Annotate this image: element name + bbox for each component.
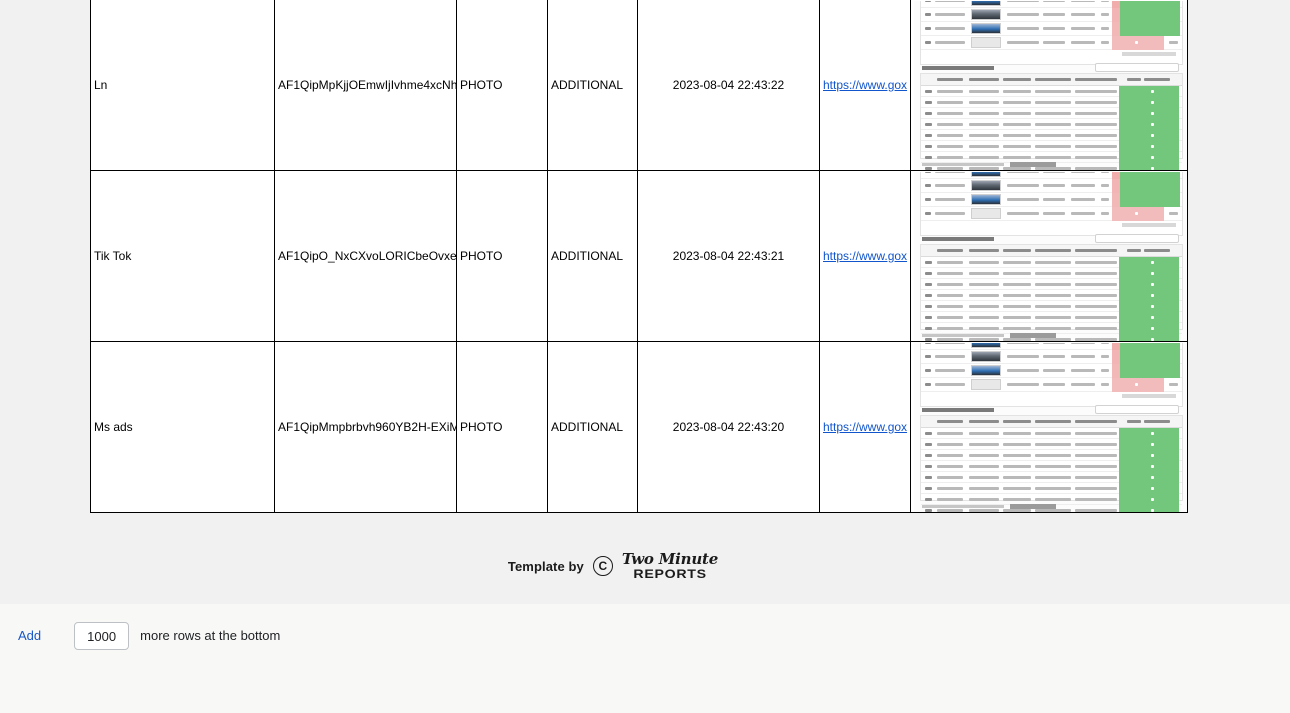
add-rows-bar: Add more rows at the bottom xyxy=(0,604,1290,713)
cell-thumbnail[interactable] xyxy=(910,170,1188,342)
sheet-container: Ln AF1QipMpKjjOEmwIjIvhme4xcNh PHOTO ADD… xyxy=(90,0,1188,513)
report-thumbnail-image xyxy=(914,342,1187,512)
cell-url[interactable]: https://www.gox xyxy=(819,341,911,513)
report-thumbnail-image xyxy=(914,171,1187,341)
logo-line-one: Two Minute xyxy=(621,550,719,568)
table-row[interactable]: Ms ads AF1QipMmpbrbvh960YB2H-EXiM PHOTO … xyxy=(90,341,1188,513)
cell-media-type[interactable]: PHOTO xyxy=(456,341,548,513)
cell-name[interactable]: Ms ads xyxy=(90,341,275,513)
two-minute-reports-logo: Two Minute REPORTS xyxy=(621,550,719,581)
cell-photo-id[interactable]: AF1QipMmpbrbvh960YB2H-EXiM xyxy=(274,341,457,513)
cell-name[interactable]: Ln xyxy=(90,0,275,171)
url-link[interactable]: https://www.gox xyxy=(823,249,907,263)
template-by-label: Template by xyxy=(507,558,584,574)
cell-category[interactable]: ADDITIONAL xyxy=(547,341,638,513)
cell-thumbnail[interactable] xyxy=(910,341,1188,513)
template-credit: Template by C Two Minute REPORTS xyxy=(0,550,1226,581)
cell-timestamp[interactable]: 2023-08-04 22:43:22 xyxy=(637,0,820,171)
spreadsheet-page: Ln AF1QipMpKjjOEmwIjIvhme4xcNh PHOTO ADD… xyxy=(0,0,1290,713)
add-rows-count-input[interactable] xyxy=(74,622,130,650)
cell-thumbnail[interactable] xyxy=(910,0,1188,171)
cell-photo-id[interactable]: AF1QipO_NxCXvoLORICbeOvxerO xyxy=(274,170,457,342)
table-row[interactable]: Ln AF1QipMpKjjOEmwIjIvhme4xcNh PHOTO ADD… xyxy=(90,0,1188,171)
logo-line-two: REPORTS xyxy=(633,567,707,581)
cell-timestamp[interactable]: 2023-08-04 22:43:20 xyxy=(637,341,820,513)
add-rows-link[interactable]: Add xyxy=(18,620,41,652)
table-row[interactable]: Tik Tok AF1QipO_NxCXvoLORICbeOvxerO PHOT… xyxy=(90,170,1188,342)
cell-media-type[interactable]: PHOTO xyxy=(456,0,548,171)
cell-url[interactable]: https://www.gox xyxy=(819,170,911,342)
data-table: Ln AF1QipMpKjjOEmwIjIvhme4xcNh PHOTO ADD… xyxy=(90,0,1188,513)
report-thumbnail-image xyxy=(914,0,1187,170)
cell-category[interactable]: ADDITIONAL xyxy=(547,170,638,342)
cell-photo-id[interactable]: AF1QipMpKjjOEmwIjIvhme4xcNh xyxy=(274,0,457,171)
add-rows-suffix-label: more rows at the bottom xyxy=(140,628,281,643)
cell-url[interactable]: https://www.gox xyxy=(819,0,911,171)
cell-category[interactable]: ADDITIONAL xyxy=(547,0,638,171)
url-link[interactable]: https://www.gox xyxy=(823,420,907,434)
url-link[interactable]: https://www.gox xyxy=(823,78,907,92)
cell-name[interactable]: Tik Tok xyxy=(90,170,275,342)
cell-media-type[interactable]: PHOTO xyxy=(456,170,548,342)
copyright-icon: C xyxy=(592,556,613,576)
cell-timestamp[interactable]: 2023-08-04 22:43:21 xyxy=(637,170,820,342)
